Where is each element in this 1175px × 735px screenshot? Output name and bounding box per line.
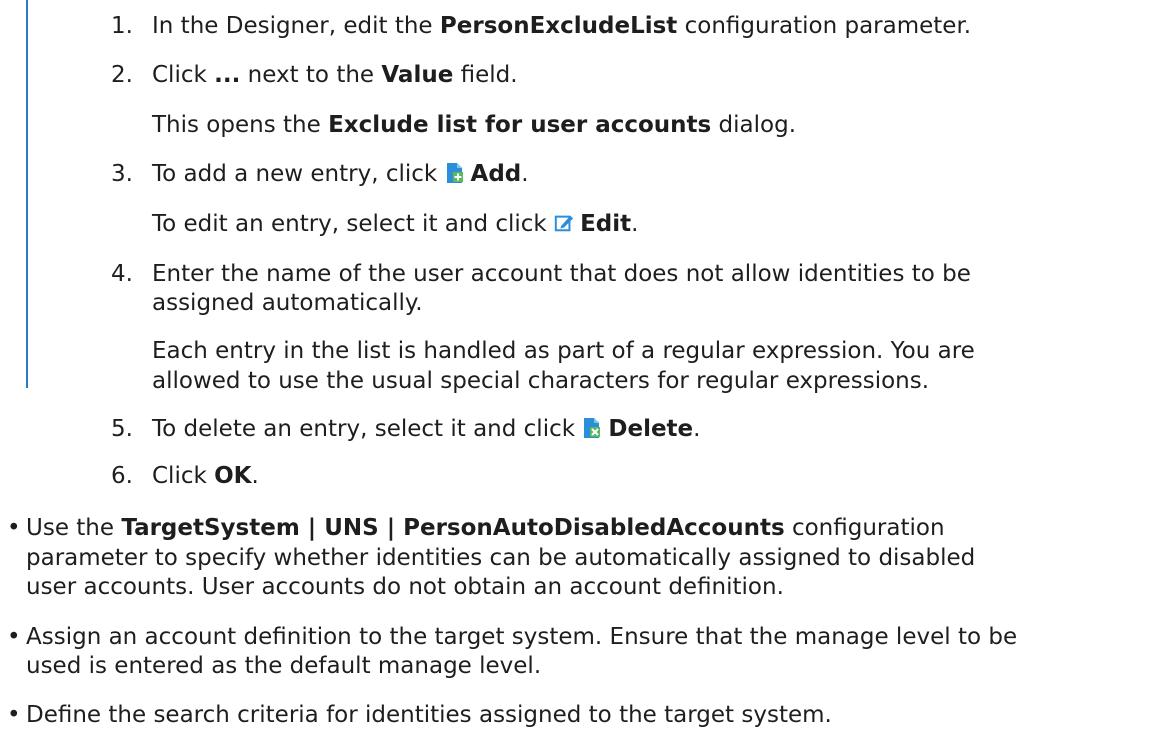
step-3-note: To edit an entry, select it and click Ed…: [152, 211, 639, 238]
delete-icon: [584, 417, 601, 438]
bullet-line: user accounts. User accounts do not obta…: [26, 573, 784, 600]
edit-icon: [554, 215, 574, 232]
step-2-note: This opens the Exclude list for user acc…: [152, 112, 797, 139]
dialog-name: Exclude list for user accounts: [328, 112, 712, 139]
param-name: TargetSystem | UNS | PersonAutoDisabledA…: [121, 515, 785, 542]
step-number: 3.: [111, 161, 133, 188]
step-number: 2.: [111, 62, 133, 89]
step-number: 1.: [111, 12, 133, 39]
step-4-line2: assigned automatically.: [152, 290, 423, 317]
step-number: 4.: [111, 261, 133, 288]
param-name: PersonExcludeList: [439, 12, 678, 39]
bullet-mark: •: [7, 623, 21, 650]
ok-label: OK: [214, 463, 252, 490]
step-number: 5.: [111, 415, 133, 442]
step-4-note-line2: allowed to use the usual special charact…: [152, 367, 930, 394]
delete-label: Delete: [608, 415, 694, 442]
step-number: 6.: [111, 463, 133, 490]
bullet-mark: •: [7, 515, 21, 542]
bullet-mark: •: [7, 702, 21, 729]
add-icon: [446, 163, 463, 184]
add-label: Add: [470, 161, 522, 188]
step-list-rule: [26, 0, 28, 389]
bullet-line: used is entered as the default manage le…: [26, 653, 542, 680]
edit-label: Edit: [580, 211, 632, 238]
